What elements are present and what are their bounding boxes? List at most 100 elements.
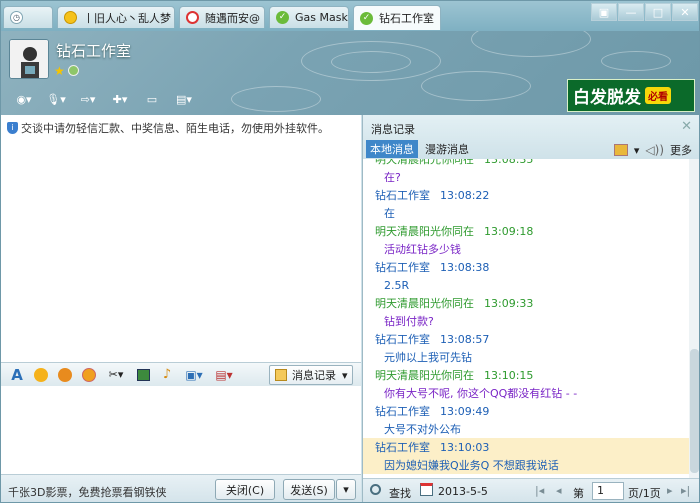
sender-name[interactable]: 明天清晨阳光你同在 <box>375 223 474 239</box>
emoji-button[interactable] <box>31 366 51 384</box>
sender-name[interactable]: 明天清晨阳光你同在 <box>375 367 474 383</box>
tab-local-messages[interactable]: 本地消息 <box>366 140 418 158</box>
sender-name[interactable]: 钻石工作室 <box>375 331 430 347</box>
skin-button[interactable]: ▣ <box>591 3 617 21</box>
avatar[interactable] <box>9 39 49 79</box>
music-button[interactable]: ♪ <box>157 366 177 384</box>
tab-label: 随遇而安@ <box>205 11 260 25</box>
message-time: 13:09:18 <box>484 224 534 238</box>
magic-emoji-button[interactable] <box>79 366 99 384</box>
message-time: 13:09:33 <box>484 296 534 310</box>
next-page-icon[interactable]: ▸ <box>667 484 673 497</box>
voice-call-button[interactable]: 🎙▾ <box>41 90 71 108</box>
screen-share-button[interactable]: ▭ <box>137 90 167 108</box>
first-page-icon[interactable]: |◂ <box>535 484 544 497</box>
history-date[interactable]: 2013-5-5 <box>438 485 488 498</box>
message-body: 元帅以上我可先钻 <box>384 351 472 364</box>
tab-chat-1[interactable]: 丨旧人心丶乱人梦 <box>57 6 175 28</box>
tools-button[interactable]: ▤▾ <box>211 366 237 384</box>
speaker-icon[interactable]: ◁)) <box>645 143 664 157</box>
tab-label: 钻石工作室 <box>379 12 434 25</box>
sender-name[interactable]: 明天清晨阳光你同在 <box>375 295 474 311</box>
video-call-button[interactable]: ◉▾ <box>9 90 39 108</box>
security-notice: i 交谈中请勿轻信汇款、中奖信息、陌生电话，勿使用外挂软件。 <box>7 120 329 136</box>
message-body: 在 <box>384 207 395 220</box>
message-body: 在? <box>384 171 401 184</box>
message-history-label: 消息记录 <box>292 369 336 382</box>
message-body: 钻到付款? <box>384 315 434 328</box>
message-time: 13:10:03 <box>440 440 490 454</box>
message-body: 因为媳妇嫌我Q业务Q 不想跟我说话 <box>363 456 689 474</box>
last-page-icon[interactable]: ▸| <box>681 484 690 497</box>
music-icon: ♪ <box>162 367 172 382</box>
monitor-icon: ▭ <box>146 92 158 106</box>
message-time: 13:09:49 <box>440 404 490 418</box>
message-body: 活动红钻多少钱 <box>384 243 461 256</box>
close-window-button[interactable]: ✕ <box>672 3 698 21</box>
page-number-input[interactable]: 1 <box>592 482 624 500</box>
message-history-button[interactable]: 消息记录 ▾ <box>269 365 353 385</box>
calendar-icon[interactable] <box>420 483 433 496</box>
close-button[interactable]: 关闭(C) <box>215 479 275 500</box>
chevron-down-icon: ▾ <box>342 368 348 382</box>
message-input[interactable] <box>1 386 361 474</box>
magic-face-icon <box>82 367 96 382</box>
tab-clock[interactable]: ◷ <box>3 6 53 28</box>
group-icon[interactable] <box>613 144 628 156</box>
message-header: 明天清晨阳光你同在 13:09:18 <box>363 222 689 240</box>
sender-name[interactable]: 明天清晨阳光你同在 <box>375 159 474 167</box>
add-contact-icon: ✚▾ <box>112 92 128 106</box>
contact-name[interactable]: 钻石工作室 <box>56 40 131 61</box>
tab-label: Gas Mask <box>295 11 348 24</box>
picture-icon <box>136 368 150 381</box>
tab-chat-active[interactable]: ✓ 钻石工作室 <box>353 5 441 30</box>
format-toolbar: A ✂▾ ♪ ▣▾ ▤▾ 消息记录 ▾ <box>1 362 361 386</box>
shield-icon: i <box>7 122 18 134</box>
minimize-button[interactable]: — <box>618 3 644 21</box>
ad-tag: 必看 <box>645 87 671 104</box>
vip-emoji-button[interactable] <box>55 366 75 384</box>
remote-assist-button[interactable]: ✚▾ <box>105 90 135 108</box>
image-button[interactable] <box>133 366 153 384</box>
chevron-down-icon: ▾ <box>343 483 349 496</box>
scissors-icon: ✂▾ <box>108 368 124 381</box>
history-tools: ▾ ◁)) 更多 <box>613 142 692 158</box>
close-icon[interactable]: ✕ <box>681 119 692 134</box>
ad-text: 白发脱发 <box>573 88 641 108</box>
message-header: 明天清晨阳光你同在 13:08:35 <box>363 159 689 168</box>
message-time: 13:08:38 <box>440 260 490 274</box>
screenshot-button[interactable]: ✂▾ <box>103 366 129 384</box>
sender-name[interactable]: 钻石工作室 <box>375 187 430 203</box>
chevron-down-icon: ▾ <box>633 143 640 157</box>
search-button[interactable]: 查找 <box>389 485 411 501</box>
message-time: 13:08:57 <box>440 332 490 346</box>
maximize-button[interactable]: □ <box>645 3 671 21</box>
tab-roaming-messages[interactable]: 漫游消息 <box>425 141 469 157</box>
app-button[interactable]: ▤▾ <box>169 90 199 108</box>
history-icon <box>275 369 287 381</box>
font-icon: A <box>11 365 23 384</box>
message-time: 13:08:35 <box>484 159 534 166</box>
page-prefix: 第 <box>573 487 584 500</box>
tab-chat-2[interactable]: 随遇而安@ <box>179 6 265 28</box>
search-icon[interactable] <box>370 484 381 495</box>
scrollbar-thumb[interactable] <box>690 349 699 473</box>
history-scrollbar[interactable] <box>689 159 699 478</box>
microphone-icon: 🎙▾ <box>46 92 66 106</box>
promo-link[interactable]: 千张3D影票，免费抢票看钢铁侠 <box>8 484 166 500</box>
sender-name[interactable]: 钻石工作室 <box>375 439 430 455</box>
send-options-button[interactable]: ▾ <box>336 479 356 500</box>
send-button[interactable]: 发送(S) <box>283 479 335 500</box>
prev-page-icon[interactable]: ◂ <box>556 484 562 497</box>
smiley-icon <box>34 367 48 382</box>
sender-name[interactable]: 钻石工作室 <box>375 259 430 275</box>
ad-banner[interactable]: 白发脱发 必看 <box>567 79 695 112</box>
sender-name[interactable]: 钻石工作室 <box>375 403 430 419</box>
more-button[interactable]: 更多 <box>670 142 692 158</box>
file-transfer-icon: ⇨▾ <box>80 92 96 106</box>
tab-chat-3[interactable]: ✓ Gas Mask <box>269 6 349 28</box>
gift-button[interactable]: ▣▾ <box>181 366 207 384</box>
history-panel: 消息记录 ✕ 本地消息 漫游消息 ▾ ◁)) 更多 明天清晨阳光你同在 13:08… <box>362 115 699 502</box>
send-file-button[interactable]: ⇨▾ <box>73 90 103 108</box>
font-button[interactable]: A <box>7 366 27 384</box>
